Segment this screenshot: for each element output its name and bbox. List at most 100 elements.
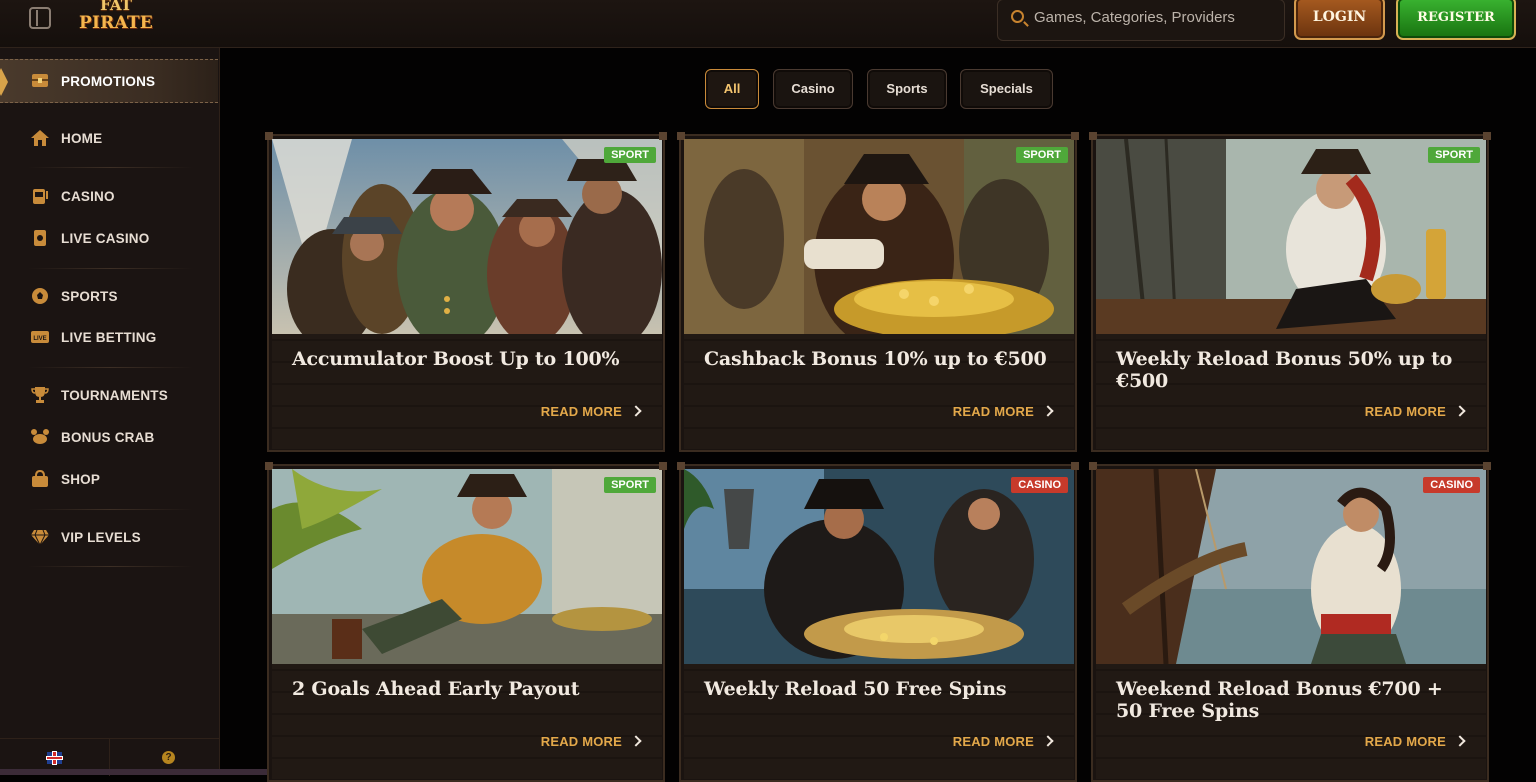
promo-card[interactable]: SPORT 2 Goals Ahead Early Payout READ MO… [265,462,667,782]
sidebar-item-sports[interactable]: SPORTS [0,279,218,313]
category-badge: CASINO [1423,477,1480,493]
live-icon: LIVE [31,331,49,343]
promo-image-pirate-woman-deck: SPORT [1096,139,1486,334]
read-more-link[interactable]: READ MORE [952,734,1054,749]
help-icon[interactable]: ? [162,751,175,764]
promo-card[interactable]: SPORT Cashback Bonus 10% up to €500 READ… [677,132,1079,452]
chevron-right-icon [630,735,642,747]
read-more-link[interactable]: READ MORE [1364,404,1466,419]
promo-image-pirate-crew: SPORT [272,139,662,334]
read-more-link[interactable]: READ MORE [952,404,1054,419]
sidebar-divider [28,367,193,368]
svg-text:LIVE: LIVE [33,336,46,342]
chevron-right-icon [1042,405,1054,417]
category-badge: SPORT [1016,147,1068,163]
chevron-right-icon [1454,735,1466,747]
logo-bottom-text: PIRATE [79,13,153,33]
chevron-right-icon [1042,735,1054,747]
read-more-link[interactable]: READ MORE [540,734,642,749]
search-box[interactable] [997,0,1285,41]
promo-title: Cashback Bonus 10% up to €500 [704,348,1047,370]
home-icon [31,130,49,146]
sidebar-item-shop[interactable]: SHOP [0,462,218,496]
read-more-label: READ MORE [540,404,622,419]
sidebar-item-label: SHOP [61,471,101,487]
chevron-right-icon [1454,405,1466,417]
promo-title: Weekend Reload Bonus €700 + 50 Free Spin… [1116,678,1443,722]
promo-card-body: Weekly Reload 50 Free Spins READ MORE [684,664,1074,779]
category-badge: SPORT [1428,147,1480,163]
sidebar-item-label: BONUS CRAB [61,429,155,445]
search-icon [1011,10,1024,23]
active-indicator-icon [0,68,8,96]
promo-image-treasure-map: CASINO [684,469,1074,664]
filter-sports[interactable]: Sports [867,69,947,109]
filter-specials[interactable]: Specials [960,69,1053,109]
promo-card[interactable]: SPORT Accumulator Boost Up to 100% READ … [265,132,667,452]
logo-top-text: FAT [100,0,132,14]
card-icon [34,230,46,246]
sidebar-divider [28,509,193,510]
sidebar-item-tournaments[interactable]: TOURNAMENTS [0,378,218,412]
sidebar-item-label: HOME [61,130,103,146]
sidebar-item-vip-levels[interactable]: VIP LEVELS [0,520,218,554]
sidebar-item-home[interactable]: HOME [0,121,218,155]
category-badge: SPORT [604,477,656,493]
sidebar-item-casino[interactable]: CASINO [0,179,218,213]
category-badge: CASINO [1011,477,1068,493]
sidebar-item-label: SPORTS [61,288,118,304]
chevron-right-icon [630,405,642,417]
sidebar-item-label: LIVE CASINO [61,230,150,246]
read-more-label: READ MORE [952,734,1034,749]
sidebar-item-bonus-crab[interactable]: BONUS CRAB [0,420,218,454]
filter-casino[interactable]: Casino [773,69,853,109]
slot-machine-icon [33,189,48,204]
crab-icon [31,429,49,444]
sidebar-divider [28,566,193,567]
trophy-icon [31,387,49,403]
sidebar-item-live-betting[interactable]: LIVE LIVE BETTING [0,320,218,354]
top-bar: FAT PIRATE LOGIN REGISTER [0,0,1536,48]
soccer-ball-icon [32,288,48,304]
sidebar-divider [28,268,193,269]
sidebar-item-label: LIVE BETTING [61,329,157,345]
sidebar-divider [28,167,193,168]
category-badge: SPORT [604,147,656,163]
promo-image-pirate-gold: SPORT [684,139,1074,334]
sidebar-item-label: PROMOTIONS [61,73,156,89]
promo-title: 2 Goals Ahead Early Payout [292,678,580,700]
promo-image-pirate-woman-ship: CASINO [1096,469,1486,664]
promo-image-pirate-relaxing: SPORT [272,469,662,664]
sidebar: PROMOTIONS HOME CASINO LIVE CASINO SPORT… [0,48,220,776]
read-more-link[interactable]: READ MORE [540,404,642,419]
read-more-label: READ MORE [1364,404,1446,419]
promo-card-body: Cashback Bonus 10% up to €500 READ MORE [684,334,1074,449]
promo-card[interactable]: CASINO Weekend Reload Bonus €700 + 50 Fr… [1089,462,1491,782]
fat-pirate-logo[interactable]: FAT PIRATE [79,0,153,40]
read-more-label: READ MORE [952,404,1034,419]
promo-title: Weekly Reload 50 Free Spins [704,678,1007,700]
promo-card[interactable]: SPORT Weekly Reload Bonus 50% up to €500… [1089,132,1491,452]
login-button[interactable]: LOGIN [1294,0,1385,40]
search-input[interactable] [1034,5,1274,29]
sidebar-item-label: VIP LEVELS [61,529,141,545]
shopping-bag-icon [32,470,48,487]
sidebar-item-label: TOURNAMENTS [61,387,168,403]
promo-card-body: 2 Goals Ahead Early Payout READ MORE [272,664,662,779]
sidebar-item-live-casino[interactable]: LIVE CASINO [0,221,218,255]
sidebar-item-promotions[interactable]: PROMOTIONS [0,59,218,103]
register-button[interactable]: REGISTER [1396,0,1516,40]
filter-all[interactable]: All [705,69,759,109]
promo-card-body: Weekly Reload Bonus 50% up to €500 READ … [1096,334,1486,449]
promo-title: Accumulator Boost Up to 100% [292,348,620,370]
read-more-label: READ MORE [1364,734,1446,749]
promo-card[interactable]: CASINO Weekly Reload 50 Free Spins READ … [677,462,1079,782]
promo-card-body: Weekend Reload Bonus €700 + 50 Free Spin… [1096,664,1486,779]
uk-flag-icon[interactable] [47,752,62,764]
read-more-label: READ MORE [540,734,622,749]
sidebar-item-label: CASINO [61,188,115,204]
sidebar-toggle-icon[interactable] [29,7,51,29]
promo-card-body: Accumulator Boost Up to 100% READ MORE [272,334,662,449]
read-more-link[interactable]: READ MORE [1364,734,1466,749]
promo-title: Weekly Reload Bonus 50% up to €500 [1116,348,1453,392]
